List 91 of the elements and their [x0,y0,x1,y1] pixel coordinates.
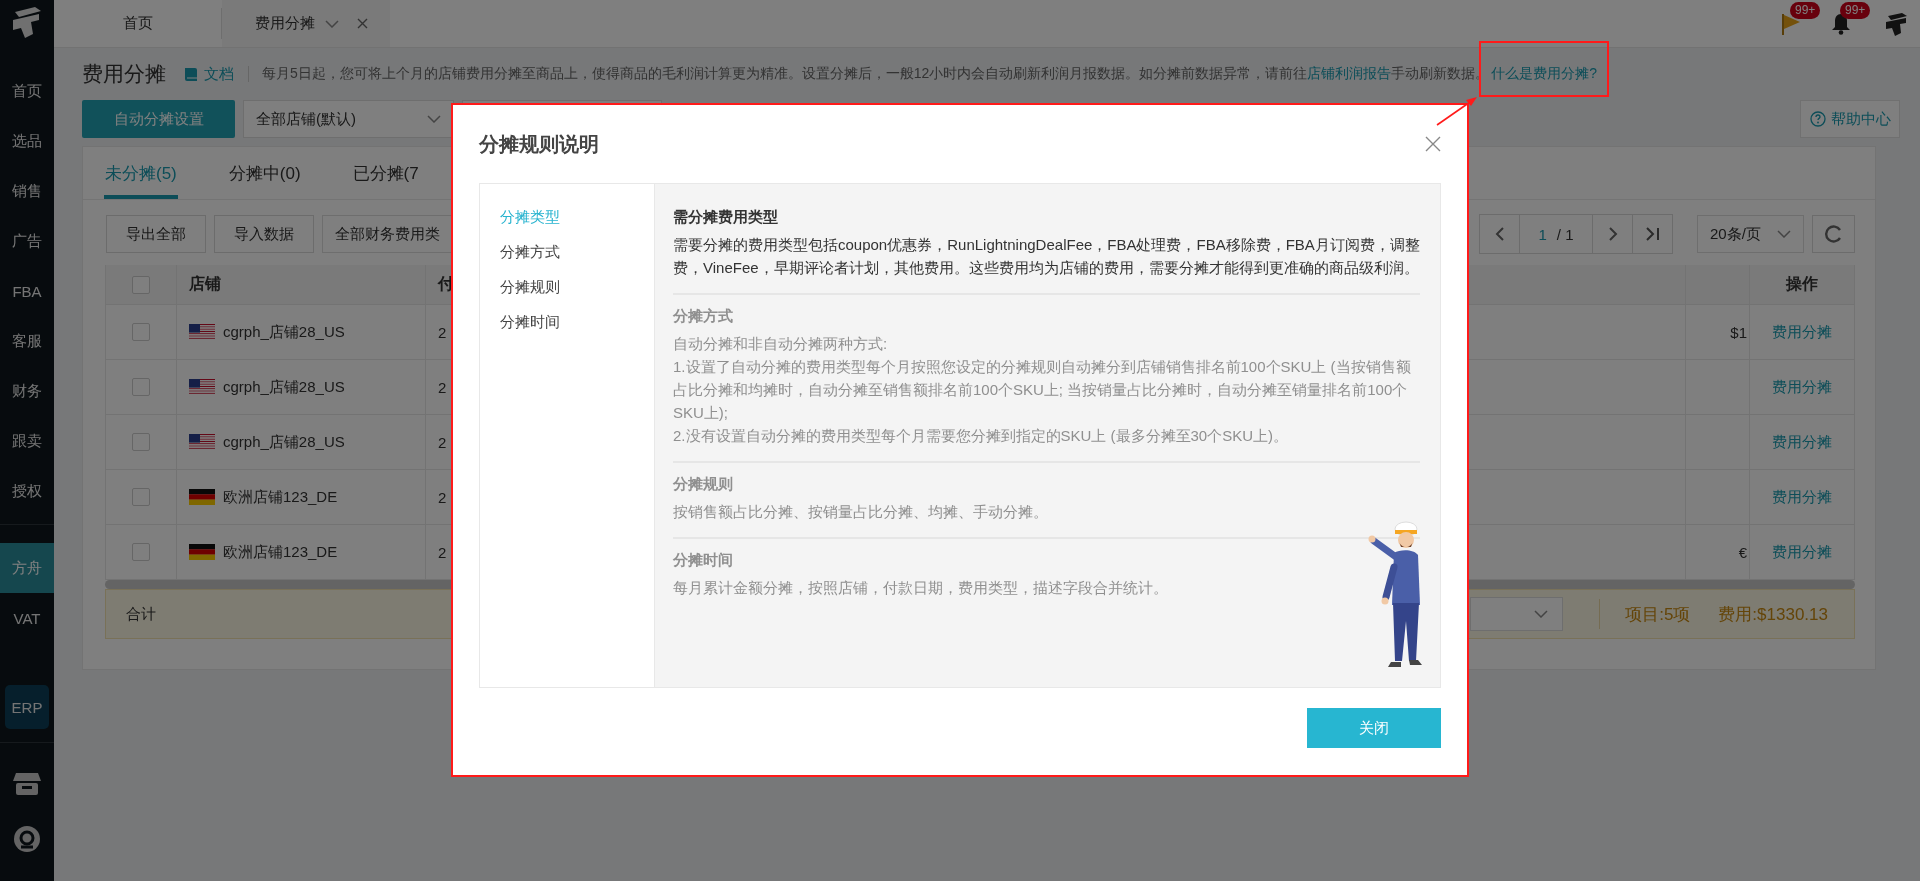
allocate-link[interactable]: 费用分摊 [1772,542,1832,562]
section-text: 1.设置了自动分摊的费用类型每个月按照您设定的分摊规则自动摊分到店铺销售排名前100个SKU上 (当按销售额占比分摊和均摊时，自动分摊至销售额排名前100个SKU上; 当按销量占比分摊时，自动分摊至销量排名前100个SKU上); [673,357,1412,423]
table-cell: $1 [1730,323,1747,341]
flag-icon [189,434,215,450]
toolbar-button[interactable]: 导出全部 [106,215,206,253]
table-cell: 欧洲店铺123_DE [223,487,338,507]
profile-icon[interactable] [1884,11,1908,36]
flag-icon [189,379,215,395]
refresh-button[interactable] [1812,215,1855,253]
table-cell: 2 [438,378,447,396]
page-size-select[interactable]: 20条/页 [1697,215,1804,253]
allocate-link[interactable]: 费用分摊 [1772,487,1832,507]
chevron-right-icon [1607,226,1618,242]
chevron-down-icon [325,19,339,28]
notification-badge: 99+ [1840,2,1871,19]
chevron-down-icon [427,115,441,123]
summary-value: 项目:5项 [1625,603,1691,626]
column-header: 操作 [1750,265,1855,304]
allocate-link[interactable]: 费用分摊 [1772,322,1832,342]
sidebar-item[interactable]: 客服 [0,316,54,366]
book-icon [184,66,198,82]
sidebar-item[interactable]: 首页 [0,66,54,116]
checkbox[interactable] [132,378,150,396]
refresh-icon [1823,224,1844,244]
sidebar-item[interactable]: FBA [0,266,54,316]
flag-icon [189,489,215,505]
flag-icon [189,324,215,340]
chevron-down-icon [1777,230,1791,238]
checkbox[interactable] [132,275,150,294]
store-select[interactable]: 全部店铺(默认) [243,100,454,138]
status-tab[interactable]: 分摊中(0) [227,147,302,199]
status-tab[interactable]: 已分摊(7 [351,147,420,199]
section-text: 2.没有设置自动分摊的费用类型每个月需要您分摊到指定的SKU上 (最多分摊至30个SKU上)。 [673,426,1290,446]
checkbox[interactable] [132,488,150,506]
support-icon[interactable] [13,825,41,853]
status-tab[interactable]: 未分摊(5) [104,147,178,199]
toolbar-button[interactable]: 导入数据 [214,215,314,253]
chevron-down-icon [1534,610,1549,618]
allocate-link[interactable]: 费用分摊 [1772,377,1832,397]
flag-icon[interactable] [1781,12,1801,35]
dialog-nav-item[interactable]: 分摊时间 [500,305,560,340]
allocate-link[interactable]: 费用分摊 [1772,432,1832,452]
auto-allocation-button[interactable]: 自动分摊设置 [82,100,235,138]
section-text: 按销售额占比分摊、按销量占比分摊、均摊、手动分摊。 [673,502,1049,522]
sidebar-item[interactable]: 跟卖 [0,416,54,466]
last-page-icon [1644,226,1661,242]
table-cell: 2 [438,488,447,506]
section-title: 分摊规则 [673,475,734,494]
checkbox[interactable] [132,543,150,561]
sidebar-item[interactable]: 销售 [0,166,54,216]
dialog-nav-item[interactable]: 分摊类型 [500,200,560,235]
notification-badge: 99+ [1790,2,1821,19]
section-title: 分摊方式 [673,307,734,326]
flag-icon [189,544,215,560]
table-cell: cgrph_店铺28_US [223,377,345,397]
dialog-title: 分摊规则说明 [479,131,599,157]
erp-button[interactable]: ERP [5,685,49,729]
section-text: 每月累计金额分摊，按照店铺，付款日期，费用类型，描述字段合并统计。 [673,578,1169,598]
bell-icon[interactable] [1831,12,1851,35]
table-cell: 2 [438,433,447,451]
sidebar-item[interactable]: 方舟 [0,543,54,593]
sidebar-item[interactable]: 财务 [0,366,54,416]
section-title: 需分摊费用类型 [673,208,779,227]
table-cell: € [1738,543,1747,561]
section-text: 自动分摊和非自动分摊两种方式: [673,334,889,354]
summary-value: 费用:$1330.13 [1718,603,1828,626]
summary-label: 合计 [126,604,156,624]
table-cell: cgrph_店铺28_US [223,322,345,342]
page-title: 费用分摊 [82,61,166,87]
sidebar-item[interactable]: 广告 [0,216,54,266]
page-tab[interactable]: 费用分摊 [222,0,390,47]
close-button[interactable]: 关闭 [1307,708,1441,748]
help-icon [1809,111,1826,127]
table-cell: 欧洲店铺123_DE [223,542,338,562]
close-icon[interactable] [1425,136,1441,152]
checkbox[interactable] [132,323,150,341]
section-title: 分摊时间 [673,551,734,570]
chevron-left-icon [1494,226,1505,242]
table-cell: cgrph_店铺28_US [223,432,345,452]
sidebar-item[interactable]: VAT [0,593,54,643]
select-field[interactable] [1470,597,1564,631]
table-cell: 2 [438,323,447,341]
table-cell: 2 [438,543,447,561]
close-icon[interactable] [357,18,368,29]
checkbox[interactable] [132,433,150,451]
column-header: 店铺 [177,265,426,304]
dialog-nav-item[interactable]: 分摊规则 [500,270,560,305]
store-icon[interactable] [13,771,41,797]
sidebar-item[interactable]: 选品 [0,116,54,166]
help-center-button[interactable]: 帮助中心 [1800,100,1900,138]
sidebar-item[interactable]: 授权 [0,466,54,516]
